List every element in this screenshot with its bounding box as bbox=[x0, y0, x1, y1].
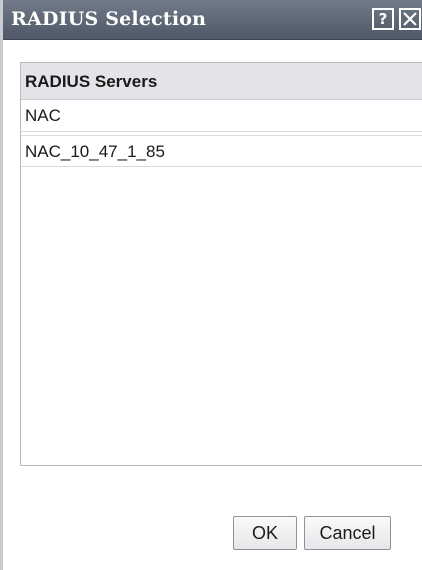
dialog-titlebar[interactable]: RADIUS Selection ? bbox=[3, 0, 422, 40]
list-item[interactable]: NAC_10_47_1_85 bbox=[21, 135, 422, 167]
help-button[interactable]: ? bbox=[372, 8, 394, 30]
ok-button[interactable]: OK bbox=[233, 516, 297, 550]
close-button[interactable] bbox=[399, 8, 421, 30]
cancel-button[interactable]: Cancel bbox=[304, 516, 391, 550]
dialog-title: RADIUS Selection bbox=[11, 8, 207, 30]
close-icon bbox=[403, 12, 417, 26]
list-item[interactable]: NAC bbox=[21, 100, 422, 132]
radius-selection-dialog: RADIUS Selection ? RADIUS Servers NAC NA… bbox=[0, 0, 422, 570]
list-header: RADIUS Servers bbox=[21, 63, 422, 100]
radius-servers-list: RADIUS Servers NAC NAC_10_47_1_85 bbox=[20, 62, 422, 466]
